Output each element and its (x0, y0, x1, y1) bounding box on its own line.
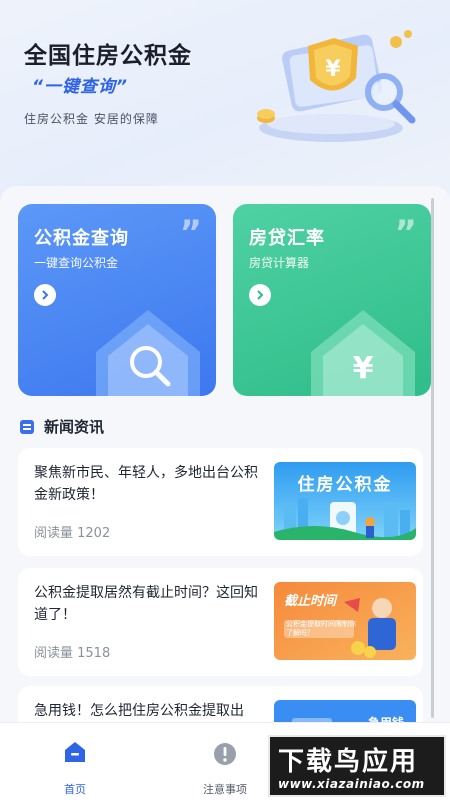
tab-notices[interactable]: 注意事项 (170, 723, 280, 800)
app-title: 全国住房公积金 (24, 43, 192, 69)
news-title: 公积金提取居然有截止时间？这回知道了！ (34, 585, 258, 623)
news-item[interactable]: 聚焦新市民、年轻人，多地出台公积金新政策！ 阅读量 1202 住房公积金 (18, 448, 423, 556)
tab-label: 首页 (64, 783, 86, 796)
alert-icon (214, 743, 236, 765)
yuan-house-icon: ¥ (311, 310, 415, 396)
quote-mark-icon: ” (179, 213, 202, 253)
news-thumbnail: 住房公积金 (274, 462, 416, 540)
svg-text:¥: ¥ (353, 351, 374, 386)
news-item[interactable]: 公积金提取居然有截止时间？这回知道了！ 阅读量 1518 截止时间 公积金提取时… (18, 568, 423, 676)
thumbnail-caption: 截止时间 (284, 594, 337, 609)
read-count: 阅读量 1202 (34, 526, 111, 541)
tab-label: 注意事项 (203, 783, 247, 796)
card-subtitle: 房贷计算器 (249, 256, 310, 270)
news-thumbnail: 截止时间 公积金提取时间限制你了解吗？ (274, 582, 416, 660)
quote-mark-icon: ” (394, 213, 417, 253)
svg-text:¥: ¥ (325, 57, 341, 82)
hero-banner: 全国住房公积金 “一键查询” 住房公积金 安居的保障 ¥ (0, 0, 450, 200)
watermark-url: www.xiazainiao.com (278, 777, 425, 791)
card-subtitle: 一键查询公积金 (34, 256, 119, 270)
news-title: 聚焦新市民、年轻人，多地出台公积金新政策！ (34, 465, 258, 503)
hero-subtitle: “一键查询” (32, 77, 128, 97)
thumbnail-subcaption: 公积金提取时间限制你了解吗？ (286, 620, 356, 637)
fund-query-card[interactable]: 公积金查询 一键查询公积金 ” (18, 204, 216, 396)
arrow-right-icon[interactable] (34, 284, 56, 306)
shield-magnifier-illustration: ¥ (257, 30, 416, 142)
card-title: 房贷汇率 (249, 228, 325, 249)
tab-home[interactable]: 首页 (20, 723, 130, 800)
news-section-title: 新闻资讯 (44, 418, 105, 436)
search-house-icon (96, 310, 200, 396)
news-icon (20, 419, 34, 434)
mortgage-rate-card[interactable]: 房贷汇率 房贷计算器 ” ¥ (233, 204, 431, 396)
hero-tagline: 住房公积金 安居的保障 (24, 112, 159, 126)
arrow-right-icon[interactable] (249, 284, 271, 306)
home-icon (65, 742, 85, 762)
watermark-main: 下载鸟应用 (278, 747, 419, 777)
news-item[interactable]: 急用钱！怎么把住房公积金提取出来？ 急用钱 (18, 686, 423, 726)
thumbnail-caption: 住房公积金 (297, 475, 393, 495)
card-title: 公积金查询 (34, 228, 129, 249)
read-count: 阅读量 1518 (34, 646, 111, 661)
site-watermark: 下载鸟应用 www.xiazainiao.com (268, 735, 446, 797)
scrollbar[interactable] (431, 198, 434, 718)
news-section-header: 新闻资讯 (20, 416, 104, 437)
content-panel: 公积金查询 一键查询公积金 ” 房贷汇率 房贷计算器 ” ¥ 新闻资讯 聚焦新市… (0, 186, 450, 726)
